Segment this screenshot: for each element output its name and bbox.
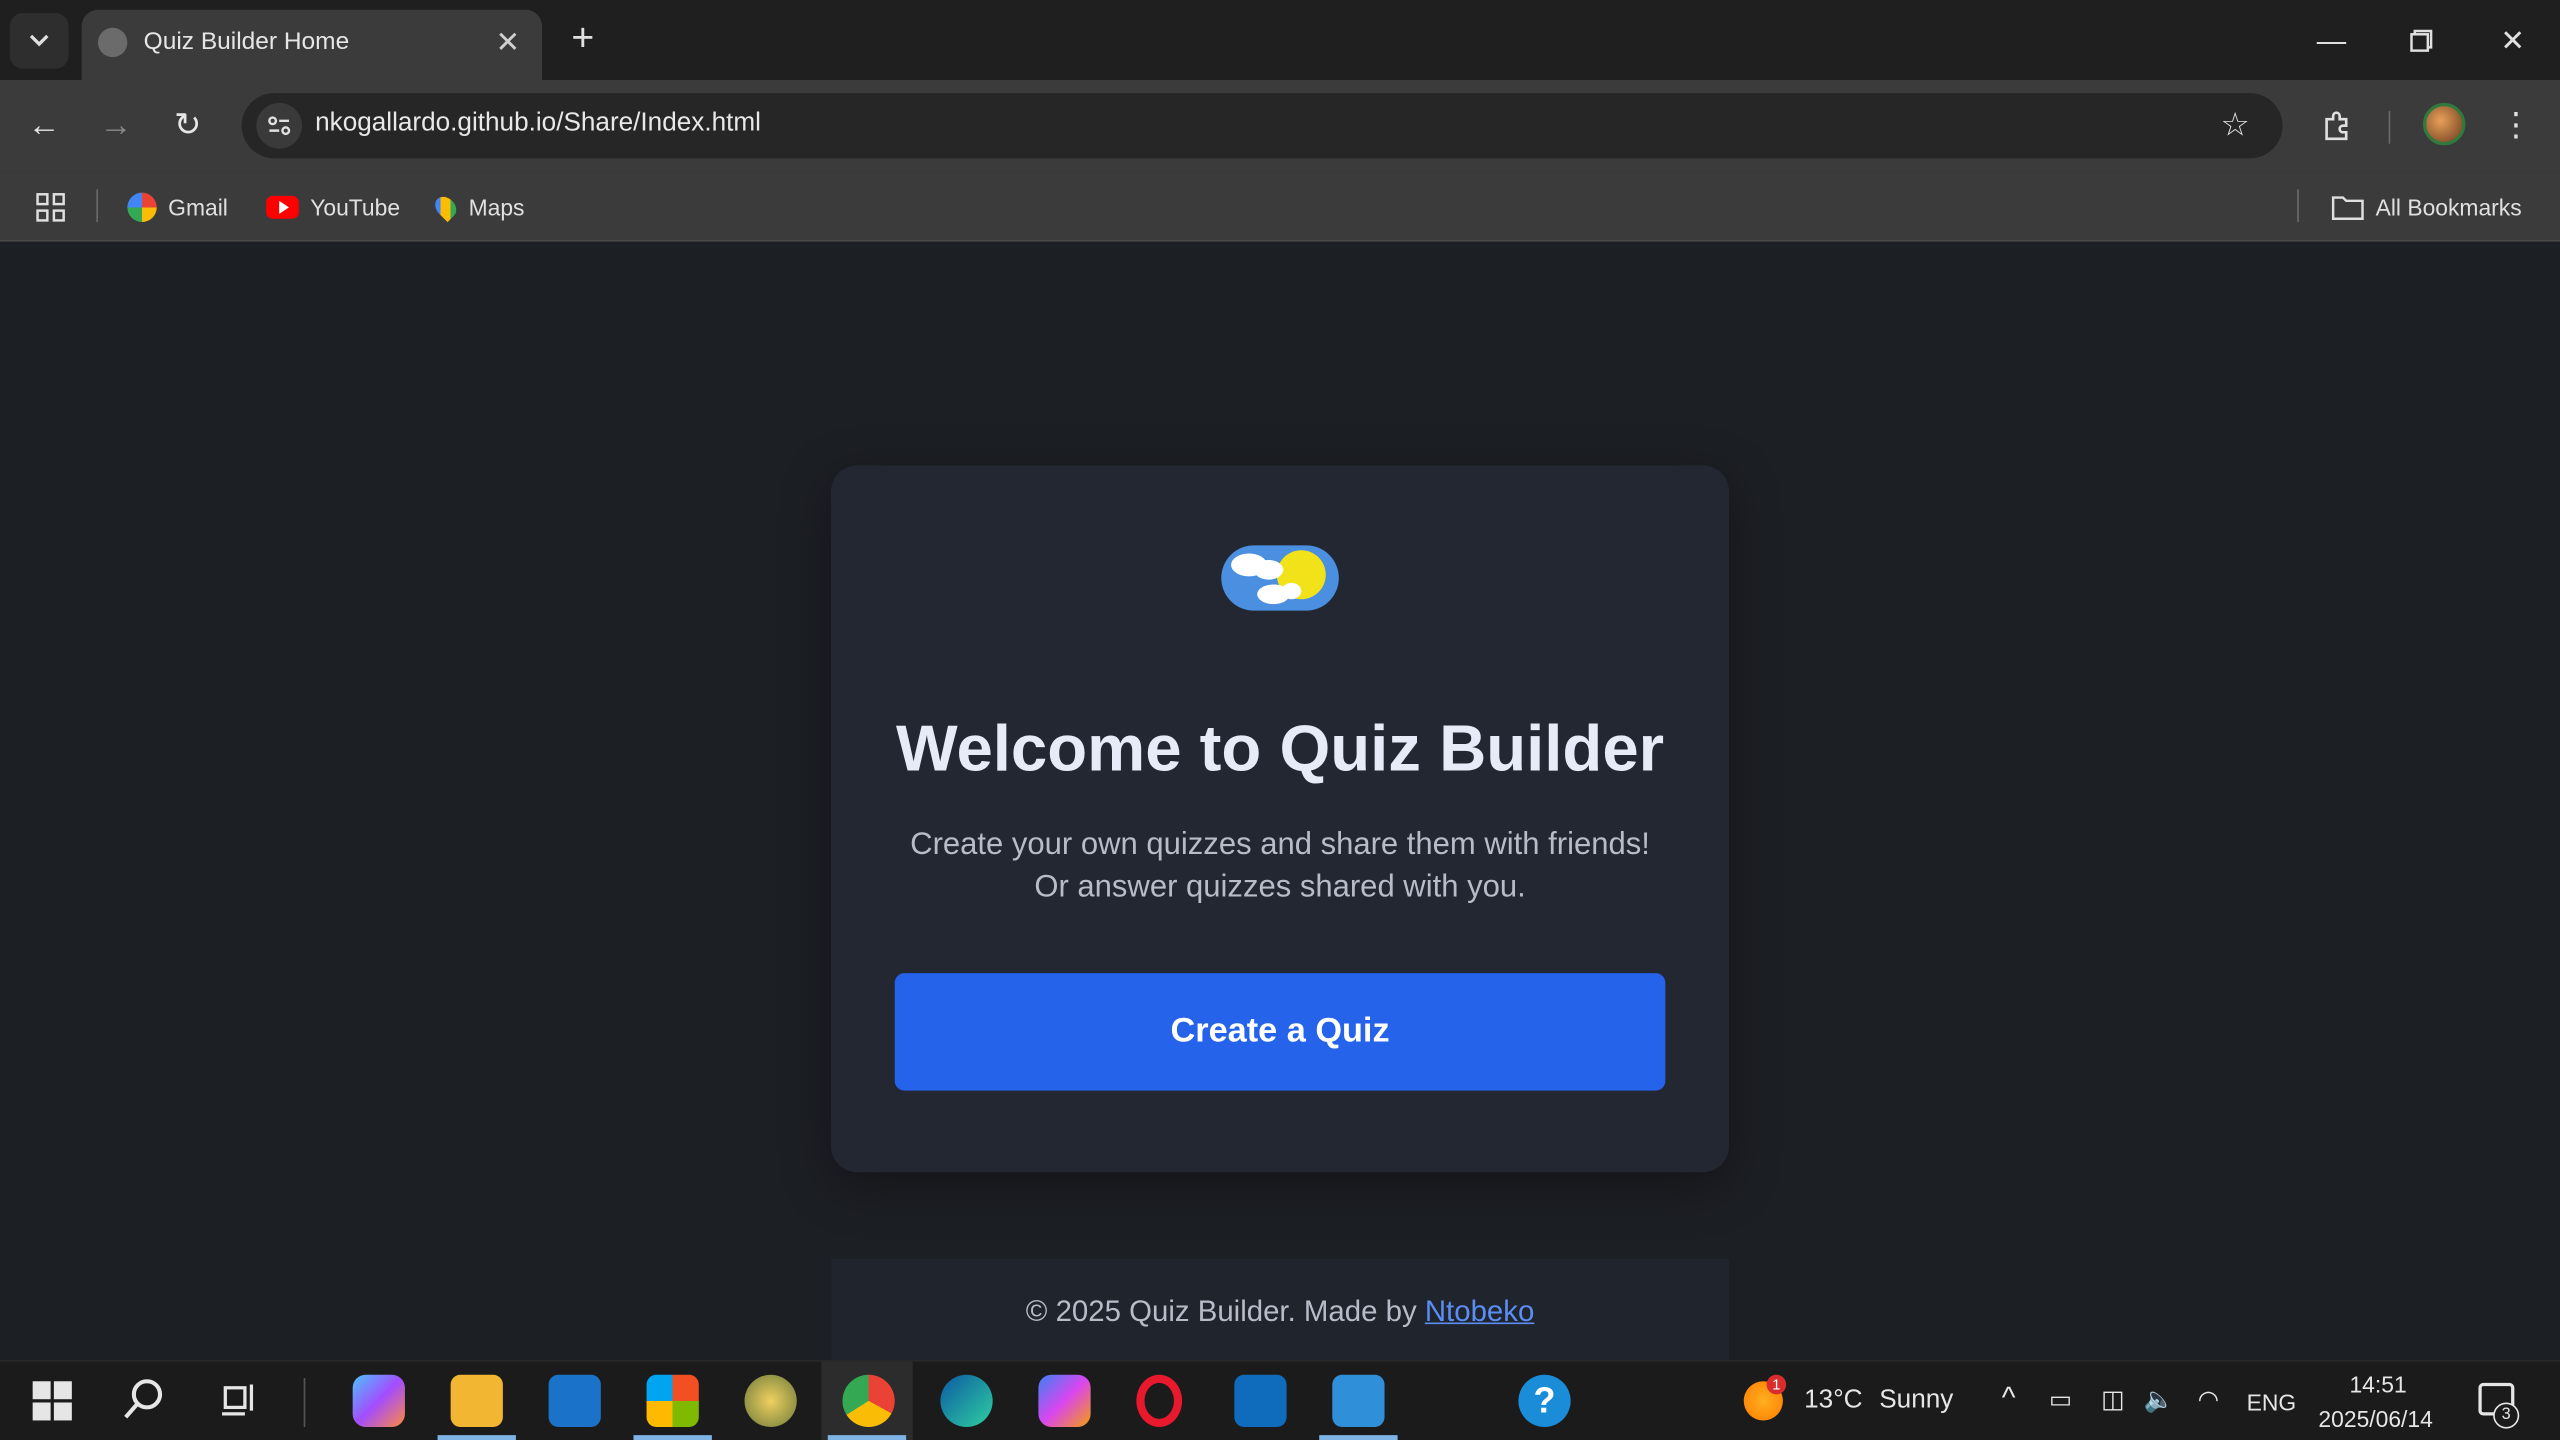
all-bookmarks-button[interactable]: All Bookmarks — [2331, 186, 2522, 228]
bookmark-divider — [2297, 189, 2299, 223]
weather-logo-icon — [1221, 545, 1339, 611]
bookmark-label: Gmail — [168, 194, 228, 221]
new-tab-button[interactable]: + — [562, 19, 604, 62]
active-tab[interactable]: Quiz Builder Home ✕ — [81, 9, 543, 81]
page-footer: © 2025 Quiz Builder. Made by Ntobeko — [831, 1258, 1730, 1361]
volume-icon[interactable]: 🔈 — [2144, 1385, 2175, 1414]
description-line-2: Or answer quizzes shared with you. — [1034, 870, 1526, 905]
search-icon — [124, 1379, 163, 1419]
globe-icon — [97, 27, 128, 58]
weather-temp[interactable]: 13°C — [1804, 1386, 1862, 1415]
page-title: Welcome to Quiz Builder — [895, 713, 1665, 786]
file-explorer-icon[interactable] — [450, 1374, 503, 1427]
bookmark-label: YouTube — [310, 194, 401, 221]
apps-icon[interactable] — [36, 186, 65, 228]
bookmarks-bar: Gmail YouTube Maps All Bookmarks — [0, 171, 2560, 242]
profile-avatar[interactable] — [2422, 102, 2466, 146]
weather-condition[interactable]: Sunny — [1879, 1386, 1953, 1415]
url-text[interactable]: nkogallardo.github.io/Share/Index.html — [315, 109, 761, 138]
back-button[interactable]: ← — [21, 103, 67, 149]
microsoft-store-icon[interactable] — [646, 1374, 699, 1427]
opera-icon[interactable] — [1136, 1374, 1183, 1427]
running-indicator — [827, 1435, 907, 1440]
page-content: Welcome to Quiz Builder Create your own … — [0, 241, 2560, 1361]
page-description: Create your own quizzes and share them w… — [831, 825, 1729, 910]
m365-icon[interactable] — [1038, 1374, 1091, 1427]
taskbar: ? 1 13°C Sunny ^ ▭ ◫ 🔈 ◠ ENG 14:51 2025/… — [0, 1360, 2560, 1440]
start-button[interactable] — [26, 1375, 78, 1427]
reload-button[interactable]: ↻ — [165, 103, 211, 149]
task-view-icon — [222, 1384, 254, 1416]
tab-title: Quiz Builder Home — [143, 27, 350, 56]
extensions-icon[interactable] — [2315, 103, 2361, 149]
bookmark-maps[interactable]: Maps — [430, 186, 525, 228]
notification-count: 3 — [2493, 1402, 2520, 1429]
close-tab-icon[interactable]: ✕ — [490, 24, 526, 60]
chrome-icon[interactable] — [842, 1374, 895, 1427]
running-indicator — [1319, 1435, 1398, 1440]
vscode-icon[interactable] — [1332, 1374, 1385, 1427]
copilot-icon[interactable] — [352, 1374, 405, 1427]
chevron-up-icon[interactable]: ^ — [2002, 1381, 2016, 1415]
search-button[interactable] — [119, 1375, 171, 1427]
wifi-icon[interactable]: ◠ — [2198, 1385, 2219, 1414]
folder-icon — [2331, 196, 2364, 221]
running-indicator — [633, 1435, 712, 1440]
restore-icon — [2410, 29, 2433, 52]
minimize-button[interactable]: — — [2307, 20, 2356, 62]
taskbar-divider — [303, 1377, 306, 1427]
language-indicator[interactable]: ENG — [2247, 1389, 2297, 1415]
address-bar[interactable]: nkogallardo.github.io/Share/Index.html ☆ — [241, 93, 2283, 159]
bookmark-youtube[interactable]: YouTube — [266, 186, 400, 228]
battery-icon[interactable]: ▭ — [2049, 1385, 2072, 1414]
browser-toolbar: ← → ↻ nkogallardo.github.io/Share/Index.… — [0, 80, 2560, 172]
author-link[interactable]: Ntobeko — [1425, 1295, 1534, 1328]
menu-icon[interactable]: ⋮ — [2493, 103, 2539, 149]
bookmark-gmail[interactable]: Gmail — [127, 186, 228, 228]
bookmark-label: Maps — [468, 194, 525, 221]
bookmark-star-icon[interactable]: ☆ — [2214, 104, 2256, 146]
task-view-button[interactable] — [216, 1375, 268, 1427]
clock-time[interactable]: 14:51 — [2349, 1371, 2406, 1397]
footer-text: © 2025 Quiz Builder. Made by Ntobeko — [831, 1295, 1729, 1329]
help-icon[interactable]: ? — [1518, 1374, 1571, 1427]
running-indicator — [437, 1435, 516, 1440]
outlook-classic-icon[interactable] — [1234, 1374, 1287, 1427]
youtube-icon — [266, 195, 299, 219]
toolbar-divider — [2388, 111, 2391, 144]
maps-icon — [430, 192, 461, 223]
windows-icon — [32, 1381, 72, 1421]
chevron-down-icon — [29, 34, 49, 47]
outlook-icon[interactable] — [548, 1374, 601, 1427]
welcome-card: Welcome to Quiz Builder Create your own … — [831, 465, 1730, 1173]
app-icon[interactable] — [744, 1374, 797, 1427]
google-icon — [127, 192, 157, 223]
restore-button[interactable] — [2397, 20, 2446, 62]
weather-badge: 1 — [1766, 1374, 1787, 1395]
meet-now-icon[interactable]: ◫ — [2101, 1385, 2124, 1414]
tab-strip: Quiz Builder Home ✕ + — ✕ — [0, 0, 2560, 81]
create-quiz-button[interactable]: Create a Quiz — [894, 973, 1666, 1091]
all-bookmarks-label: All Bookmarks — [2375, 194, 2522, 221]
forward-button[interactable]: → — [93, 103, 139, 149]
copyright-text: © 2025 Quiz Builder. Made by — [1025, 1294, 1417, 1328]
clock-date[interactable]: 2025/06/14 — [2318, 1406, 2432, 1432]
description-line-1: Create your own quizzes and share them w… — [910, 827, 1650, 863]
tab-search-button[interactable] — [9, 13, 69, 69]
edge-icon[interactable] — [940, 1374, 993, 1427]
close-window-button[interactable]: ✕ — [2488, 20, 2537, 62]
site-info-icon[interactable] — [256, 102, 303, 149]
bookmark-divider — [96, 189, 98, 223]
